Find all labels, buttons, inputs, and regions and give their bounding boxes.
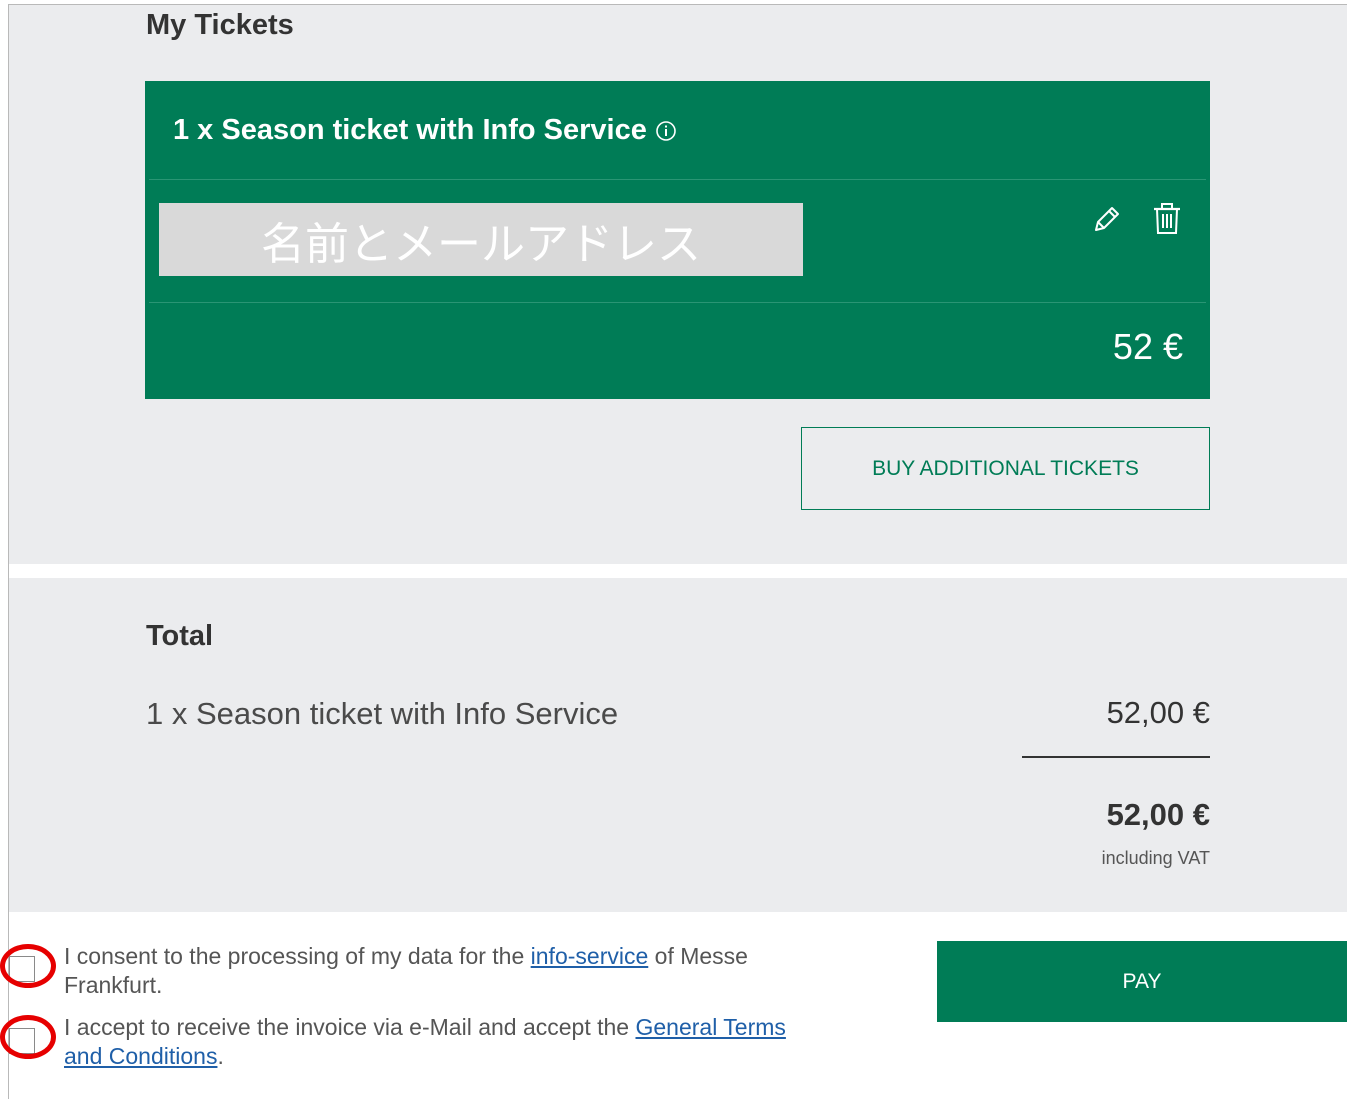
- sum-divider: [1022, 756, 1210, 758]
- highlight-circle: [0, 1015, 56, 1059]
- consent-text: I consent to the processing of my data f…: [64, 943, 531, 969]
- info-service-link[interactable]: info-service: [531, 943, 649, 969]
- total-heading: Total: [146, 620, 214, 652]
- attendee-name-email-field: 名前とメールアドレス: [159, 203, 803, 276]
- vat-note: including VAT: [1101, 848, 1210, 868]
- info-circle-icon[interactable]: [655, 120, 677, 142]
- terms-consent-text: I accept to receive the invoice via e-Ma…: [64, 1013, 824, 1071]
- info-service-consent-text: I consent to the processing of my data f…: [64, 942, 804, 1000]
- line-item-price: 52,00 €: [1106, 695, 1210, 730]
- line-item-label: 1 x Season ticket with Info Service: [146, 696, 619, 731]
- consent-text: .: [217, 1043, 224, 1069]
- ticket-title-text: 1 x Season ticket with Info Service: [173, 114, 647, 146]
- pay-button[interactable]: PAY: [937, 941, 1347, 1022]
- pencil-icon[interactable]: [1088, 202, 1124, 238]
- card-divider: [149, 179, 1206, 180]
- highlight-circle: [0, 944, 56, 988]
- card-divider: [149, 302, 1206, 303]
- consent-text: I accept to receive the invoice via e-Ma…: [64, 1014, 636, 1040]
- my-tickets-heading: My Tickets: [146, 9, 294, 41]
- ticket-title: 1 x Season ticket with Info Service: [173, 114, 677, 147]
- trash-icon[interactable]: [1149, 201, 1185, 237]
- total-price: 52,00 €: [1106, 797, 1210, 832]
- buy-additional-tickets-button[interactable]: BUY ADDITIONAL TICKETS: [801, 427, 1210, 510]
- ticket-card: 1 x Season ticket with Info Service 名前とメ…: [145, 81, 1210, 399]
- ticket-price: 52 €: [1112, 326, 1183, 367]
